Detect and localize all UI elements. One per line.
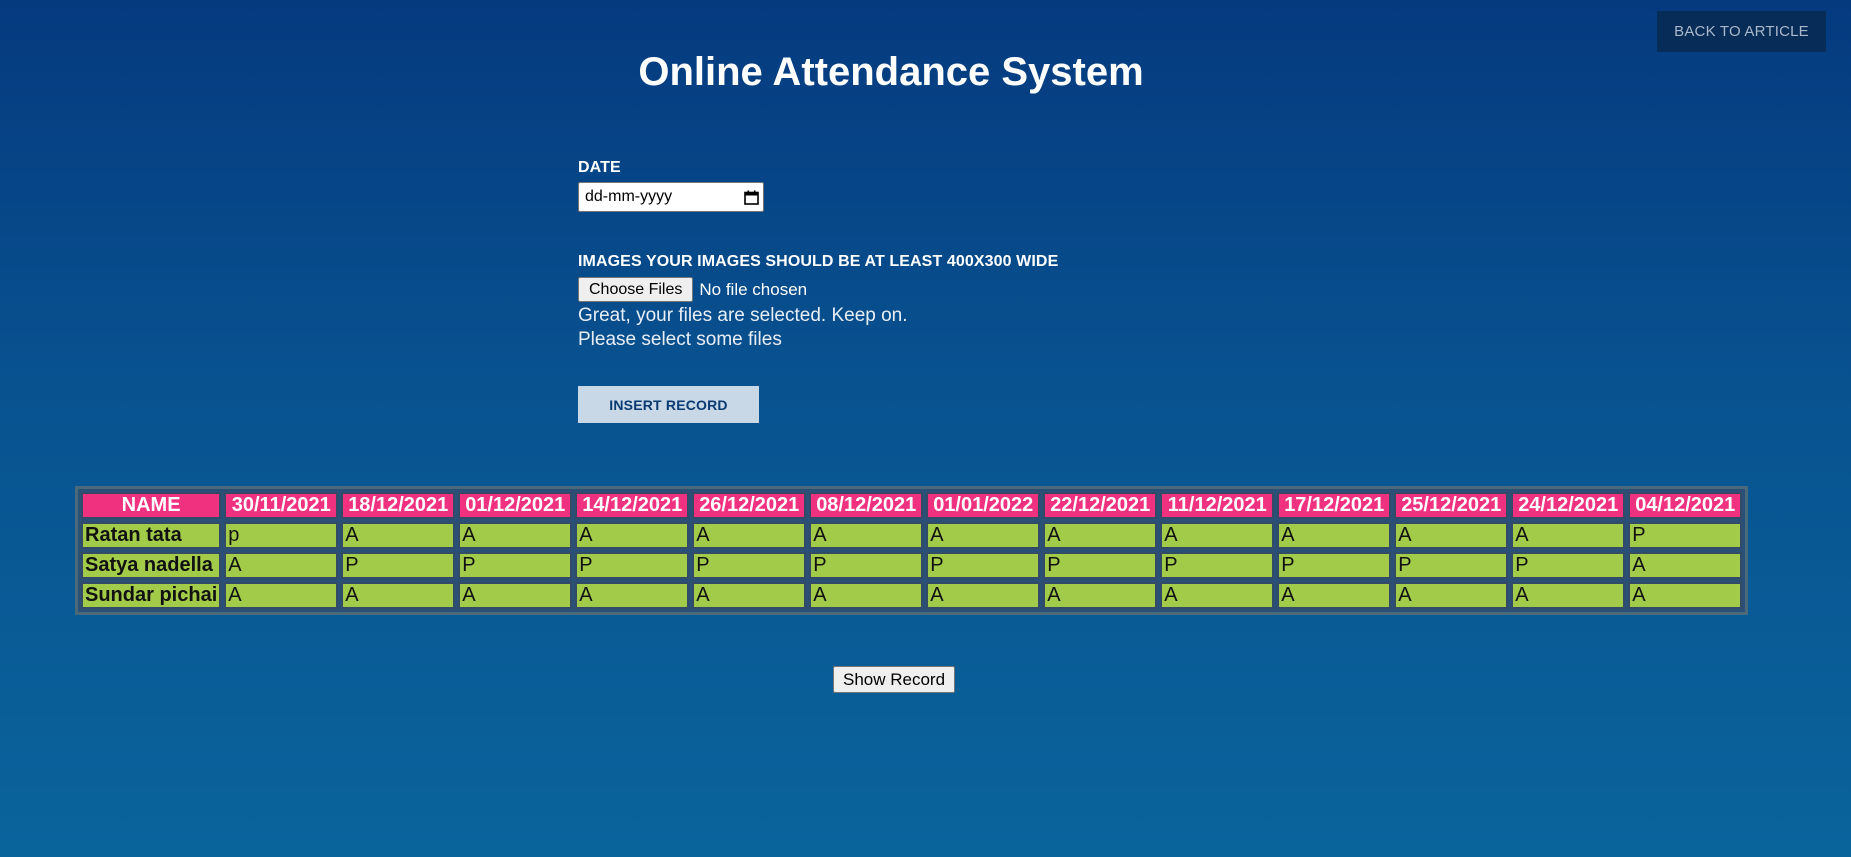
attendance-table: NAME 30/11/2021 18/12/2021 01/12/2021 14/12/… [75, 486, 1749, 615]
attendance-cell: P [1160, 552, 1275, 579]
calendar-icon[interactable] [744, 190, 759, 205]
no-file-text: No file chosen [699, 279, 808, 299]
column-header-date: 01/01/2022 [926, 492, 1041, 519]
attendance-cell: A [224, 552, 339, 579]
column-header-name: NAME [81, 492, 222, 519]
column-header-date: 01/12/2021 [458, 492, 573, 519]
student-name-cell: Satya nadella [81, 552, 222, 579]
attendance-cell: P [1043, 552, 1158, 579]
attendance-cell: P [1628, 522, 1743, 549]
table-header-row: NAME 30/11/2021 18/12/2021 01/12/2021 14/12/… [81, 492, 1743, 519]
column-header-date: 14/12/2021 [575, 492, 690, 519]
date-placeholder: dd-mm-yyyy [585, 188, 673, 205]
column-header-date: 22/12/2021 [1043, 492, 1158, 519]
calendar-icon-graphic [744, 190, 759, 205]
attendance-cell: P [1511, 552, 1626, 579]
attendance-cell: A [458, 522, 573, 549]
date-label: DATE [578, 159, 621, 176]
select-files-message: Please select some files [578, 329, 782, 350]
attendance-cell: A [1277, 522, 1392, 549]
attendance-cell: A [1628, 582, 1743, 609]
attendance-cell: A [341, 582, 456, 609]
attendance-cell: A [1160, 582, 1275, 609]
attendance-cell: A [1043, 522, 1158, 549]
column-header-date: 30/11/2021 [224, 492, 339, 519]
attendance-cell: P [1277, 552, 1392, 579]
attendance-cell: A [1160, 522, 1275, 549]
attendance-cell: p [224, 522, 339, 549]
attendance-cell: P [575, 552, 690, 579]
attendance-cell: A [1628, 552, 1743, 579]
attendance-cell: A [692, 522, 807, 549]
attendance-cell: A [926, 582, 1041, 609]
attendance-cell: A [224, 582, 339, 609]
attendance-cell: A [1277, 582, 1392, 609]
insert-record-button[interactable]: INSERT RECORD [578, 386, 759, 423]
attendance-cell: P [1394, 552, 1509, 579]
column-header-date: 04/12/2021 [1628, 492, 1743, 519]
choose-files-button[interactable]: Choose Files [578, 277, 694, 302]
attendance-cell: P [341, 552, 456, 579]
attendance-cell: P [692, 552, 807, 579]
files-selected-message: Great, your files are selected. Keep on. [578, 305, 908, 326]
page-title: Online Attendance System [638, 50, 1144, 94]
table-row: Sundar pichai A A A A A A A A A A A A A [81, 582, 1743, 609]
column-header-date: 24/12/2021 [1511, 492, 1626, 519]
attendance-cell: P [926, 552, 1041, 579]
table-row: Ratan tata p A A A A A A A A A A A P [81, 522, 1743, 549]
attendance-cell: A [1043, 582, 1158, 609]
attendance-cell: A [926, 522, 1041, 549]
attendance-cell: P [458, 552, 573, 579]
attendance-cell: A [1394, 582, 1509, 609]
attendance-cell: P [809, 552, 924, 579]
attendance-cell: A [1394, 522, 1509, 549]
attendance-cell: A [341, 522, 456, 549]
file-input[interactable]: Choose Files No file chosen [578, 277, 1278, 302]
attendance-cell: A [458, 582, 573, 609]
column-header-date: 11/12/2021 [1160, 492, 1275, 519]
attendance-cell: A [575, 582, 690, 609]
attendance-cell: A [575, 522, 690, 549]
images-label: IMAGES YOUR IMAGES SHOULD BE AT LEAST 40… [578, 253, 1059, 270]
attendance-cell: A [1511, 582, 1626, 609]
column-header-date: 25/12/2021 [1394, 492, 1509, 519]
column-header-date: 26/12/2021 [692, 492, 807, 519]
student-name-cell: Ratan tata [81, 522, 222, 549]
attendance-cell: A [809, 522, 924, 549]
table-row: Satya nadella A P P P P P P P P P P P A [81, 552, 1743, 579]
column-header-date: 17/12/2021 [1277, 492, 1392, 519]
show-record-button[interactable]: Show Record [833, 666, 956, 693]
attendance-cell: A [1511, 522, 1626, 549]
attendance-form: DATE dd-mm-yyyy IMAGES YOUR IMAGES SHOUL… [578, 158, 1278, 423]
student-name-cell: Sundar pichai [81, 582, 222, 609]
attendance-cell: A [809, 582, 924, 609]
column-header-date: 08/12/2021 [809, 492, 924, 519]
attendance-cell: A [692, 582, 807, 609]
date-input[interactable]: dd-mm-yyyy [578, 182, 764, 212]
column-header-date: 18/12/2021 [341, 492, 456, 519]
table-body: Ratan tata p A A A A A A A A A A A P Satya nadella A P P P… [81, 522, 1743, 609]
